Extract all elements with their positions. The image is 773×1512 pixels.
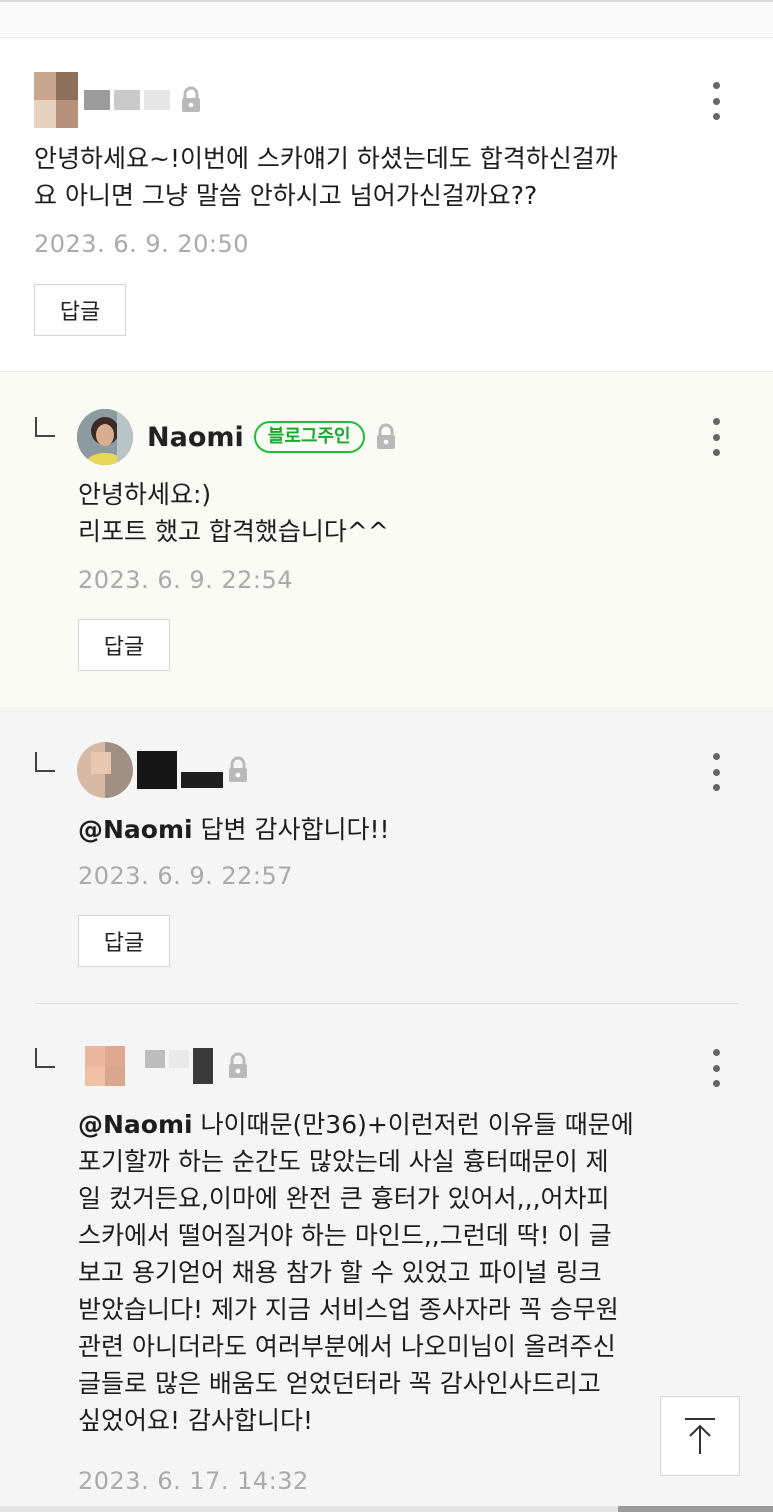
reply-arrow-icon xyxy=(35,417,55,437)
comment-timestamp: 2023. 6. 9. 22:57 xyxy=(78,862,294,890)
avatar xyxy=(34,72,78,128)
author-name-redacted xyxy=(84,90,170,110)
mention-link[interactable]: @Naomi xyxy=(78,1110,193,1139)
mention-link[interactable]: @Naomi xyxy=(78,815,193,844)
scroll-to-top-button[interactable] xyxy=(660,1396,740,1476)
divider xyxy=(35,1003,739,1004)
comment-timestamp: 2023. 6. 9. 20:50 xyxy=(34,230,250,258)
avatar xyxy=(77,1038,133,1094)
reply-arrow-icon xyxy=(35,752,55,772)
lock-icon xyxy=(376,423,395,449)
comment-2-owner-reply: Naomi 블로그주인 안녕하세요:) 리포트 했고 합격했습니다^^ 2023… xyxy=(0,373,773,707)
arrow-up-icon xyxy=(685,1418,715,1454)
comment-2-header: Naomi 블로그주인 xyxy=(77,409,397,465)
comment-timestamp: 2023. 6. 9. 22:54 xyxy=(78,566,294,594)
reply-button[interactable]: 답글 xyxy=(78,915,170,967)
more-options-icon[interactable] xyxy=(711,82,721,120)
reply-arrow-icon xyxy=(35,1048,55,1068)
scrollbar[interactable] xyxy=(0,1506,773,1512)
comment-3-header xyxy=(77,742,249,798)
comment-4-header xyxy=(77,1038,249,1094)
lock-icon xyxy=(182,86,200,112)
avatar xyxy=(77,409,133,465)
comment-text: @Naomi 답변 감사합니다!! xyxy=(78,811,390,848)
reply-button[interactable]: 답글 xyxy=(78,619,170,671)
top-bar xyxy=(0,0,773,38)
comment-text: 안녕하세요~!이번에 스카얘기 하셨는데도 합격하신걸까 요 아니면 그냥 말씀… xyxy=(34,144,618,210)
comment-timestamp: 2023. 6. 17. 14:32 xyxy=(78,1467,309,1495)
more-options-icon[interactable] xyxy=(711,1049,721,1087)
author-name-redacted xyxy=(145,1048,213,1084)
comment-body: 답변 감사합니다!! xyxy=(192,815,390,844)
comment-text: @Naomi 나이때문(만36)+이런저런 이유들 때문에 포기할까 하는 순간… xyxy=(78,1106,634,1439)
avatar xyxy=(77,742,133,798)
lock-icon xyxy=(229,756,247,782)
comment-text: 안녕하세요:) 리포트 했고 합격했습니다^^ xyxy=(78,480,389,546)
comment-body: 나이때문(만36)+이런저런 이유들 때문에 포기할까 하는 순간도 많았는데 … xyxy=(78,1110,634,1435)
more-options-icon[interactable] xyxy=(711,753,721,791)
comment-1-header xyxy=(34,72,202,128)
more-options-icon[interactable] xyxy=(711,418,721,456)
reply-button[interactable]: 답글 xyxy=(34,284,126,336)
scrollbar-thumb[interactable] xyxy=(618,1506,773,1512)
author-name[interactable]: Naomi xyxy=(147,422,244,453)
author-name-redacted xyxy=(137,751,223,789)
lock-icon xyxy=(229,1052,247,1078)
comment-1: 안녕하세요~!이번에 스카얘기 하셨는데도 합격하신걸까 요 아니면 그냥 말씀… xyxy=(0,38,773,372)
blog-owner-badge: 블로그주인 xyxy=(253,421,365,453)
